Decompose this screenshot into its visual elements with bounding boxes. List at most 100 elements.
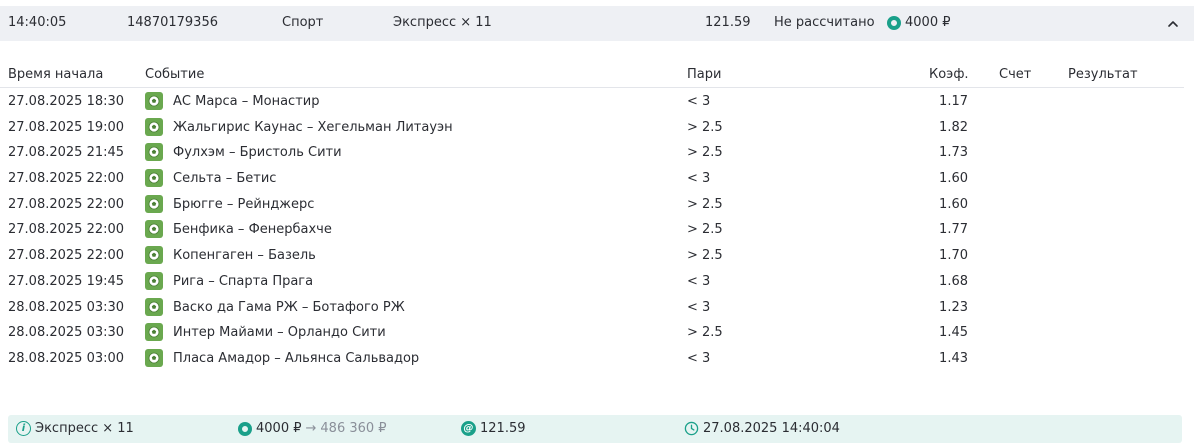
- table-row[interactable]: 27.08.2025 21:45 Фулхэм – Бристоль Сити > …: [0, 140, 1184, 166]
- footer-datetime: 27.08.2025 14:40:04: [684, 421, 840, 436]
- row-bet: < 3: [687, 299, 711, 315]
- footer-arrow: →: [305, 421, 317, 436]
- row-start-time: 27.08.2025 19:45: [8, 273, 125, 289]
- col-coef: Коэф.: [929, 67, 969, 82]
- bet-coef: 121.59: [705, 15, 751, 30]
- events-table-body: 27.08.2025 18:30 АС Марса – Монастир < 3 1.…: [0, 89, 1184, 372]
- bet-time: 14:40:05: [8, 15, 67, 30]
- table-row[interactable]: 27.08.2025 22:00 Брюгге – Рейнджерс > 2.5 1…: [0, 192, 1184, 218]
- row-bet: < 3: [687, 350, 711, 366]
- coin-icon: [887, 15, 901, 30]
- row-coef: 1.77: [939, 222, 968, 238]
- row-bet: < 3: [687, 273, 711, 289]
- row-bet: > 2.5: [687, 325, 723, 341]
- row-start-time: 27.08.2025 22:00: [8, 248, 125, 264]
- row-event[interactable]: Фулхэм – Бристоль Сити: [173, 145, 342, 160]
- row-bet: < 3: [687, 171, 711, 187]
- soccer-ball-icon: [145, 194, 163, 213]
- col-score: Счет: [999, 67, 1032, 82]
- col-bet: Пари: [687, 67, 722, 82]
- bet-summary-header[interactable]: 14:40:05 14870179356 Спорт Экспресс × 11…: [0, 6, 1194, 41]
- table-row[interactable]: 27.08.2025 22:00 Копенгаген – Базель > 2.5…: [0, 243, 1184, 269]
- soccer-ball-icon: [145, 323, 163, 342]
- soccer-ball-icon: [145, 92, 163, 110]
- row-event[interactable]: Пласа Амадор – Альянса Сальвадор: [173, 351, 419, 366]
- table-row[interactable]: 28.08.2025 03:00 Пласа Амадор – Альянса С…: [0, 346, 1184, 372]
- row-coef: 1.17: [939, 94, 968, 109]
- table-row[interactable]: 27.08.2025 19:45 Рига – Спарта Прага < 3 1.…: [0, 269, 1184, 295]
- row-coef: 1.43: [939, 350, 968, 366]
- row-coef: 1.70: [939, 248, 968, 264]
- soccer-ball-icon: [145, 246, 163, 265]
- row-start-time: 27.08.2025 22:00: [8, 222, 125, 238]
- info-icon: i: [16, 421, 31, 436]
- footer-stake-value: 4000 ₽: [256, 421, 302, 436]
- row-start-time: 28.08.2025 03:30: [8, 299, 125, 315]
- row-bet: > 2.5: [687, 248, 723, 264]
- footer-coef: @ 121.59: [461, 421, 526, 436]
- row-coef: 1.68: [939, 273, 968, 289]
- row-coef: 1.45: [939, 325, 968, 341]
- row-start-time: 27.08.2025 22:00: [8, 196, 125, 212]
- soccer-ball-icon: [145, 348, 163, 367]
- table-row[interactable]: 27.08.2025 19:00 Жальгирис Каунас – Хегел…: [0, 115, 1184, 141]
- row-start-time: 27.08.2025 19:00: [8, 119, 125, 135]
- at-icon: @: [461, 421, 476, 436]
- bet-sport: Спорт: [282, 15, 324, 30]
- row-event[interactable]: Бенфика – Фенербахче: [173, 222, 332, 237]
- row-start-time: 27.08.2025 18:30: [8, 94, 125, 109]
- col-event: Событие: [145, 67, 205, 82]
- chevron-up-icon[interactable]: [1166, 17, 1180, 31]
- row-event[interactable]: Рига – Спарта Прага: [173, 274, 313, 289]
- row-event[interactable]: Брюгге – Рейнджерс: [173, 197, 314, 212]
- col-result: Результат: [1068, 67, 1138, 82]
- row-bet: > 2.5: [687, 119, 723, 135]
- soccer-ball-icon: [145, 297, 163, 316]
- footer-payout: 486 360 ₽: [320, 421, 387, 436]
- bet-summary-footer: i Экспресс × 11 4000 ₽ → 486 360 ₽ @ 121…: [8, 415, 1182, 443]
- row-event[interactable]: АС Марса – Монастир: [173, 94, 319, 109]
- row-event[interactable]: Интер Майами – Орландо Сити: [173, 325, 386, 340]
- row-coef: 1.23: [939, 299, 968, 315]
- coin-icon: [238, 421, 252, 436]
- row-coef: 1.60: [939, 196, 968, 212]
- table-row[interactable]: 27.08.2025 18:30 АС Марса – Монастир < 3 1.…: [0, 89, 1184, 115]
- soccer-ball-icon: [145, 117, 163, 136]
- row-event[interactable]: Васко да Гама РЖ – Ботафого РЖ: [173, 300, 405, 315]
- table-row[interactable]: 27.08.2025 22:00 Сельта – Бетис < 3 1.60: [0, 166, 1184, 192]
- bet-type: Экспресс × 11: [393, 15, 492, 30]
- bet-id: 14870179356: [127, 15, 218, 30]
- soccer-ball-icon: [145, 143, 163, 162]
- table-row[interactable]: 27.08.2025 22:00 Бенфика – Фенербахче > 2.…: [0, 217, 1184, 243]
- row-start-time: 28.08.2025 03:00: [8, 350, 125, 366]
- row-coef: 1.60: [939, 171, 968, 187]
- row-bet: > 2.5: [687, 196, 723, 212]
- table-row[interactable]: 28.08.2025 03:30 Васко да Гама РЖ – Ботаф…: [0, 295, 1184, 321]
- row-event[interactable]: Сельта – Бетис: [173, 171, 276, 186]
- row-bet: > 2.5: [687, 145, 723, 161]
- bet-stake: 4000 ₽: [887, 15, 951, 30]
- soccer-ball-icon: [145, 169, 163, 188]
- row-start-time: 28.08.2025 03:30: [8, 325, 125, 341]
- soccer-ball-icon: [145, 271, 163, 290]
- row-bet: < 3: [687, 94, 711, 109]
- footer-bet-type: i Экспресс × 11: [16, 421, 134, 436]
- soccer-ball-icon: [145, 220, 163, 239]
- row-start-time: 27.08.2025 22:00: [8, 171, 125, 187]
- clock-icon: [684, 421, 699, 436]
- footer-stake: 4000 ₽ → 486 360 ₽: [238, 421, 387, 436]
- footer-datetime-value: 27.08.2025 14:40:04: [703, 421, 840, 436]
- footer-coef-value: 121.59: [480, 421, 526, 436]
- table-row[interactable]: 28.08.2025 03:30 Интер Майами – Орландо С…: [0, 320, 1184, 346]
- bet-stake-value: 4000 ₽: [905, 15, 951, 30]
- row-start-time: 27.08.2025 21:45: [8, 145, 125, 161]
- col-start-time: Время начала: [8, 67, 104, 82]
- events-table-header: Время начала Событие Пари Коэф. Счет Рез…: [0, 66, 1184, 88]
- row-event[interactable]: Копенгаген – Базель: [173, 248, 316, 263]
- footer-bet-type-label: Экспресс × 11: [35, 421, 134, 436]
- row-coef: 1.82: [939, 119, 968, 135]
- row-event[interactable]: Жальгирис Каунас – Хегельман Литауэн: [173, 120, 453, 135]
- bet-status: Не рассчитано: [774, 15, 875, 30]
- row-coef: 1.73: [939, 145, 968, 161]
- row-bet: > 2.5: [687, 222, 723, 238]
